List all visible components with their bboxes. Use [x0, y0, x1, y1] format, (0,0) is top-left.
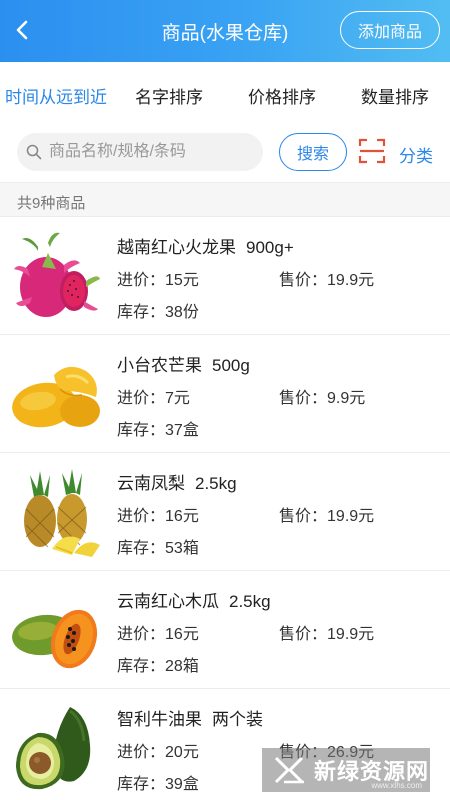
sale-value: 19.9元: [327, 272, 375, 289]
sale-label: 售价：: [279, 508, 328, 525]
cost-value: 16元: [165, 626, 199, 643]
sale-label: 售价：: [279, 272, 328, 289]
stock: 库存：53箱: [117, 534, 199, 558]
cost-label: 进价：: [117, 626, 166, 643]
product-count: 共9种商品: [17, 195, 86, 212]
product-name-line: 云南凤梨 2.5kg: [117, 469, 237, 494]
stock-value: 39盒: [165, 776, 199, 793]
tab-sort-quantity[interactable]: 数量排序: [361, 83, 429, 108]
stock: 库存：28箱: [117, 652, 199, 676]
product-item[interactable]: 越南红心火龙果 900g+ 进价：15元 售价：19.9元 库存：38份: [0, 217, 450, 335]
stock-label: 库存：: [117, 776, 166, 793]
watermark: 新绿资源网 www.xlhs.com: [262, 748, 430, 792]
category-button[interactable]: 分类: [399, 142, 433, 167]
product-name-line: 云南红心木瓜 2.5kg: [117, 587, 271, 612]
sale-label: 售价：: [279, 626, 328, 643]
search-row: 搜索 分类: [0, 124, 450, 182]
product-name-line: 智利牛油果 两个装: [117, 705, 263, 730]
product-item[interactable]: 小台农芒果 500g 进价：7元 售价：9.9元 库存：37盒: [0, 335, 450, 453]
tab-sort-name[interactable]: 名字排序: [135, 83, 203, 108]
product-name: 云南红心木瓜: [117, 592, 219, 611]
product-name: 越南红心火龙果: [117, 238, 236, 257]
product-name: 智利牛油果: [117, 710, 202, 729]
stock-label: 库存：: [117, 422, 166, 439]
stock: 库存：37盒: [117, 416, 199, 440]
stock-label: 库存：: [117, 658, 166, 675]
search-button[interactable]: 搜索: [279, 133, 347, 171]
dragon-fruit-icon: [14, 232, 100, 317]
watermark-logo-icon: [274, 756, 304, 784]
stock-value: 38份: [165, 304, 199, 321]
product-name: 小台农芒果: [117, 356, 202, 375]
product-item[interactable]: 云南红心木瓜 2.5kg 进价：16元 售价：19.9元 库存：28箱: [0, 571, 450, 689]
product-item[interactable]: 云南凤梨 2.5kg 进价：16元 售价：19.9元 库存：53箱: [0, 453, 450, 571]
product-spec: 2.5kg: [229, 592, 271, 611]
search-box[interactable]: [17, 133, 263, 171]
stock-label: 库存：: [117, 304, 166, 321]
sale-price: 售价：9.9元: [279, 384, 365, 408]
cost-value: 7元: [165, 390, 190, 407]
cost-price: 进价：7元: [117, 384, 190, 408]
papaya-icon: [12, 609, 98, 669]
watermark-url: www.xlhs.com: [371, 781, 422, 790]
sale-value: 9.9元: [327, 390, 366, 407]
stock: 库存：39盒: [117, 770, 199, 794]
sale-price: 售价：19.9元: [279, 502, 374, 526]
pineapple-icon: [24, 469, 100, 557]
add-product-button[interactable]: 添加商品: [340, 11, 440, 49]
tab-sort-price[interactable]: 价格排序: [248, 83, 316, 108]
product-name-line: 越南红心火龙果 900g+: [117, 233, 294, 258]
product-spec: 2.5kg: [195, 474, 237, 493]
header-bar: 商品(水果仓库) 添加商品: [0, 0, 450, 62]
cost-price: 进价：20元: [117, 738, 199, 762]
cost-price: 进价：16元: [117, 620, 199, 644]
stock-label: 库存：: [117, 540, 166, 557]
cost-label: 进价：: [117, 744, 166, 761]
cost-value: 16元: [165, 508, 199, 525]
cost-label: 进价：: [117, 508, 166, 525]
cost-price: 进价：16元: [117, 502, 199, 526]
sale-value: 19.9元: [327, 626, 375, 643]
sort-tabs: 时间从远到近 名字排序 价格排序 数量排序: [0, 62, 450, 124]
cost-value: 15元: [165, 272, 199, 289]
stock: 库存：38份: [117, 298, 199, 322]
cost-label: 进价：: [117, 272, 166, 289]
sale-value: 19.9元: [327, 508, 375, 525]
count-bar: 共9种商品: [0, 182, 450, 217]
product-spec: 900g+: [246, 238, 294, 257]
sale-price: 售价：19.9元: [279, 620, 374, 644]
scan-icon[interactable]: [358, 137, 386, 165]
product-spec: 两个装: [212, 710, 263, 729]
product-list: 越南红心火龙果 900g+ 进价：15元 售价：19.9元 库存：38份 小台农芒…: [0, 217, 450, 800]
avocado-icon: [16, 707, 91, 790]
sale-price: 售价：19.9元: [279, 266, 374, 290]
stock-value: 53箱: [165, 540, 199, 557]
sale-label: 售价：: [279, 390, 328, 407]
cost-price: 进价：15元: [117, 266, 199, 290]
product-spec: 500g: [212, 356, 250, 375]
search-input[interactable]: [49, 139, 254, 165]
product-name: 云南凤梨: [117, 474, 185, 493]
tab-sort-time[interactable]: 时间从远到近: [5, 83, 107, 108]
product-name-line: 小台农芒果 500g: [117, 351, 250, 376]
mango-icon: [12, 366, 100, 428]
search-icon: [26, 144, 42, 160]
cost-label: 进价：: [117, 390, 166, 407]
stock-value: 37盒: [165, 422, 199, 439]
stock-value: 28箱: [165, 658, 199, 675]
cost-value: 20元: [165, 744, 199, 761]
